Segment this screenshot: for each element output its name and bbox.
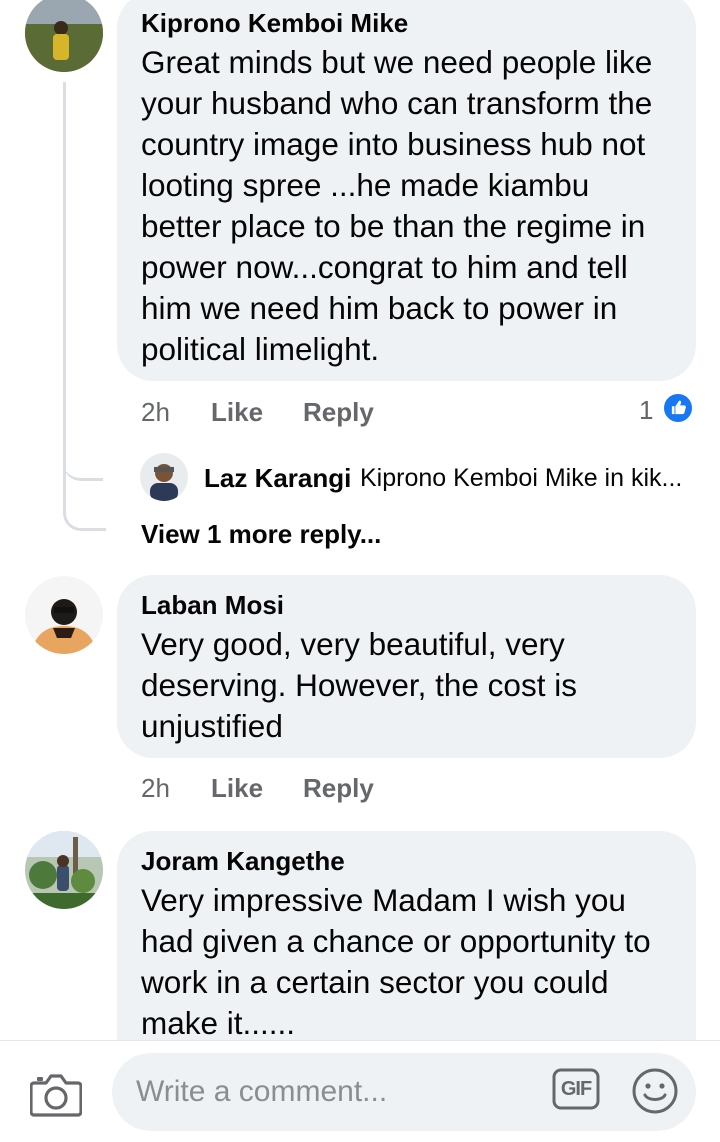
reply-author[interactable]: Laz Karangi [204, 463, 351, 493]
comment-time: 2h [141, 773, 170, 803]
comment-text: Very good, very beautiful, very deservin… [141, 626, 577, 744]
comment-input-placeholder: Write a comment... [136, 1075, 388, 1108]
avatar-laban[interactable] [25, 576, 103, 654]
like-button[interactable]: Like [211, 397, 263, 427]
comment-author[interactable]: Joram Kangethe [141, 846, 345, 876]
reply-button[interactable]: Reply [303, 397, 374, 427]
reply-preview-text[interactable]: Kiprono Kemboi Mike in kik... [360, 463, 682, 493]
thread-line [63, 82, 66, 477]
comment-input[interactable]: Write a comment... [112, 1053, 696, 1131]
reaction-count[interactable]: 1 [639, 395, 653, 425]
camera-icon[interactable] [30, 1071, 82, 1117]
comment-author[interactable]: Kiprono Kemboi Mike [141, 8, 408, 38]
comment-text: Very impressive Madam I wish you had giv… [141, 882, 651, 1040]
comment-text: Great minds but we need people like your… [141, 44, 653, 367]
emoji-icon[interactable] [631, 1067, 679, 1115]
comment-composer: Write a comment... GIF [0, 1040, 720, 1142]
comment-time: 2h [141, 397, 170, 427]
avatar-kiprono[interactable] [25, 0, 103, 72]
like-icon [662, 392, 694, 424]
reply-button[interactable]: Reply [303, 773, 374, 803]
gif-label: GIF [560, 1078, 592, 1100]
avatar-laz[interactable] [140, 453, 188, 501]
thread-branch-end [63, 470, 106, 531]
avatar-joram[interactable] [25, 831, 103, 909]
comment-author[interactable]: Laban Mosi [141, 590, 284, 620]
comments-list: Kiprono Kemboi Mike Great minds but we n… [0, 0, 720, 1040]
view-more-replies-button[interactable]: View 1 more reply... [141, 519, 381, 549]
like-button[interactable]: Like [211, 773, 263, 803]
